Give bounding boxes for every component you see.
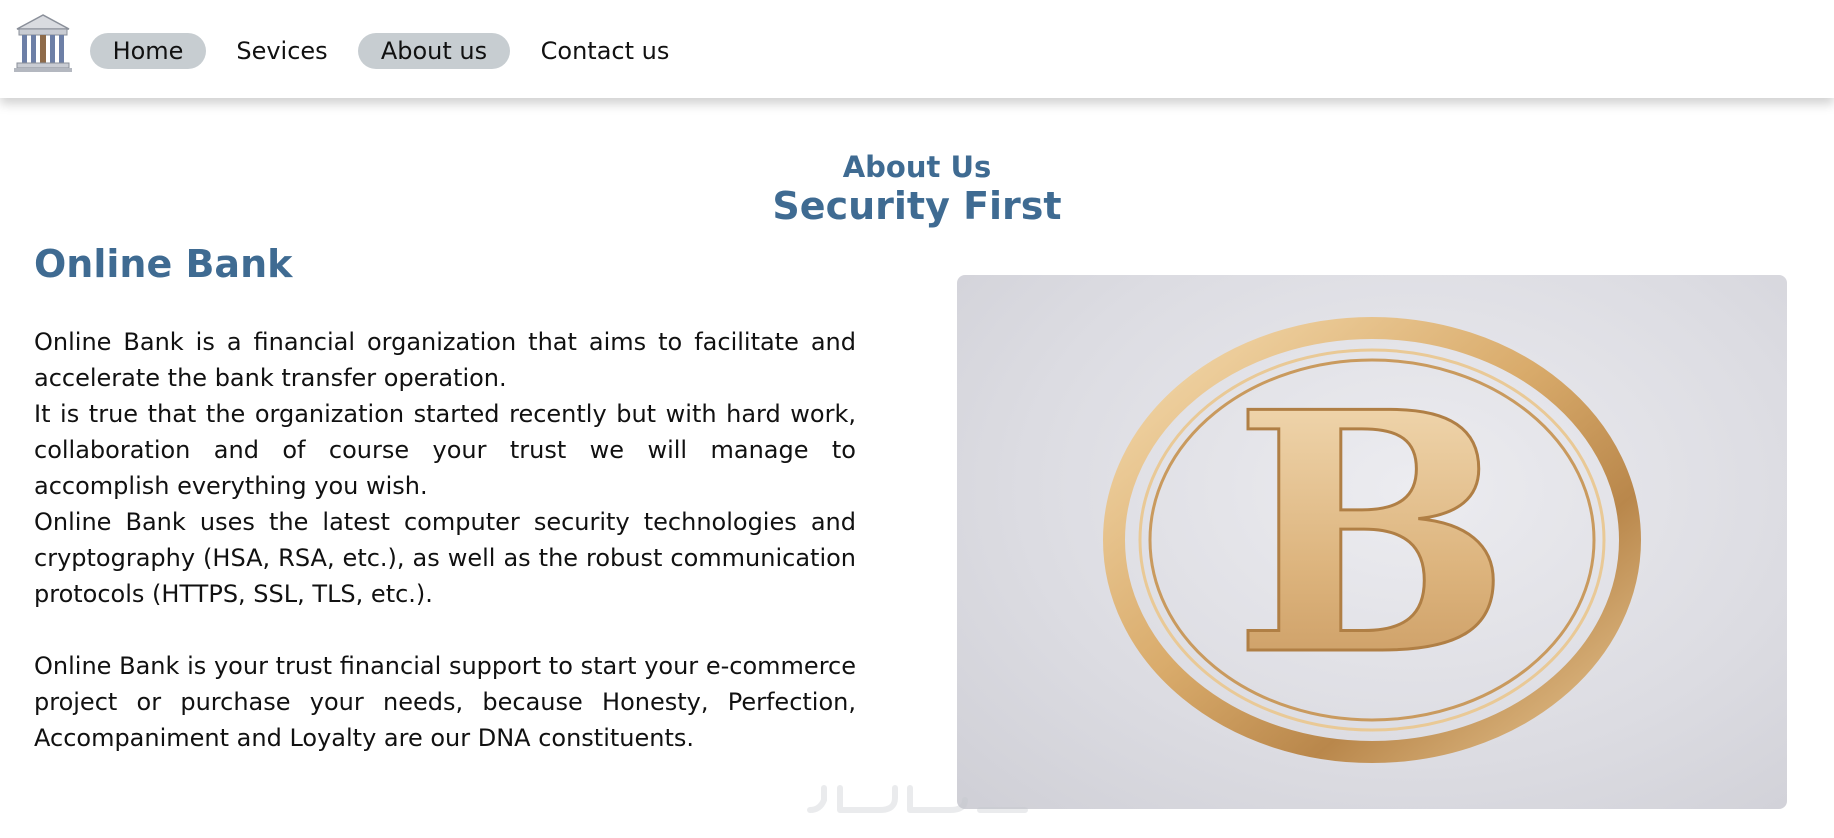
section-label: About Us bbox=[842, 150, 992, 184]
bank-building-icon[interactable] bbox=[11, 11, 75, 75]
nav-home-link[interactable]: Home bbox=[90, 33, 206, 69]
bank-emblem-image: B bbox=[957, 275, 1787, 809]
navbar: Home Sevices About us Contact us bbox=[0, 0, 1834, 98]
paragraph-intro: Online Bank is a financial organization … bbox=[34, 328, 856, 392]
watermark-logo bbox=[800, 770, 1030, 820]
emblem-letter: B bbox=[1233, 340, 1512, 728]
nav-contact-link[interactable]: Contact us bbox=[530, 33, 680, 69]
about-description: Online Bank is a financial organization … bbox=[34, 324, 856, 756]
nav-services-link[interactable]: Sevices bbox=[224, 33, 340, 69]
paragraph-values: Online Bank is your trust financial supp… bbox=[34, 652, 856, 752]
content-heading: Online Bank bbox=[34, 242, 293, 286]
nav-about-link[interactable]: About us bbox=[358, 33, 510, 69]
paragraph-security: Online Bank uses the latest computer sec… bbox=[34, 508, 856, 608]
page-title: Security First bbox=[772, 184, 1062, 228]
paragraph-history: It is true that the organization started… bbox=[34, 400, 856, 500]
